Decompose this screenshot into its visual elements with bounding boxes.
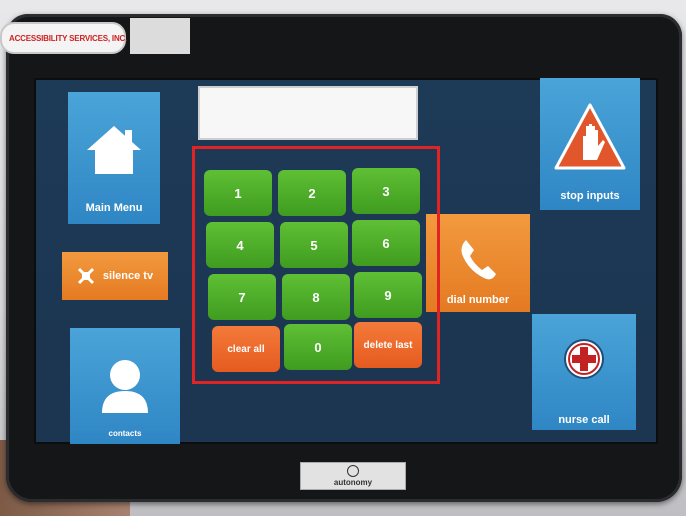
mute-icon [77,267,94,285]
nurse-call-button[interactable]: nurse call [532,314,636,430]
key-3[interactable]: 3 [352,168,420,214]
key-2[interactable]: 2 [278,170,346,216]
key-0[interactable]: 0 [284,324,352,370]
contacts-button[interactable]: contacts [70,328,180,444]
stop-hand-icon [554,103,626,170]
key-7[interactable]: 7 [208,274,276,320]
medical-cross-icon [564,339,604,379]
dial-number-button[interactable]: dial number [426,214,530,312]
home-icon [87,126,141,174]
sticker-text: ACCESSIBILITY SERVICES, INC. [9,33,128,43]
silence-tv-button[interactable]: silence tv [62,252,168,300]
key-1[interactable]: 1 [204,170,272,216]
main-menu-button[interactable]: Main Menu [68,92,160,224]
nurse-call-label: nurse call [558,414,610,426]
person-icon [102,360,148,413]
contacts-label: contacts [108,429,142,438]
key-5[interactable]: 5 [280,222,348,268]
stop-inputs-button[interactable]: stop inputs [540,78,640,210]
brand-badge: autonomy [300,462,406,490]
info-label [130,18,190,54]
key-6[interactable]: 6 [352,220,420,266]
main-menu-label: Main Menu [85,202,143,214]
brand-sticker: ACCESSIBILITY SERVICES, INC. [0,22,128,54]
number-display [198,86,418,140]
clear-all-button[interactable]: clear all [212,326,280,372]
stop-inputs-label: stop inputs [560,190,620,202]
delete-last-button[interactable]: delete last [354,322,422,368]
key-4[interactable]: 4 [206,222,274,268]
dial-number-label: dial number [446,294,510,306]
brand-badge-text: autonomy [333,478,373,487]
key-8[interactable]: 8 [282,274,350,320]
key-9[interactable]: 9 [354,272,422,318]
silence-tv-label: silence tv [102,270,154,282]
phone-icon [461,240,496,280]
brand-badge-icon [347,465,359,477]
